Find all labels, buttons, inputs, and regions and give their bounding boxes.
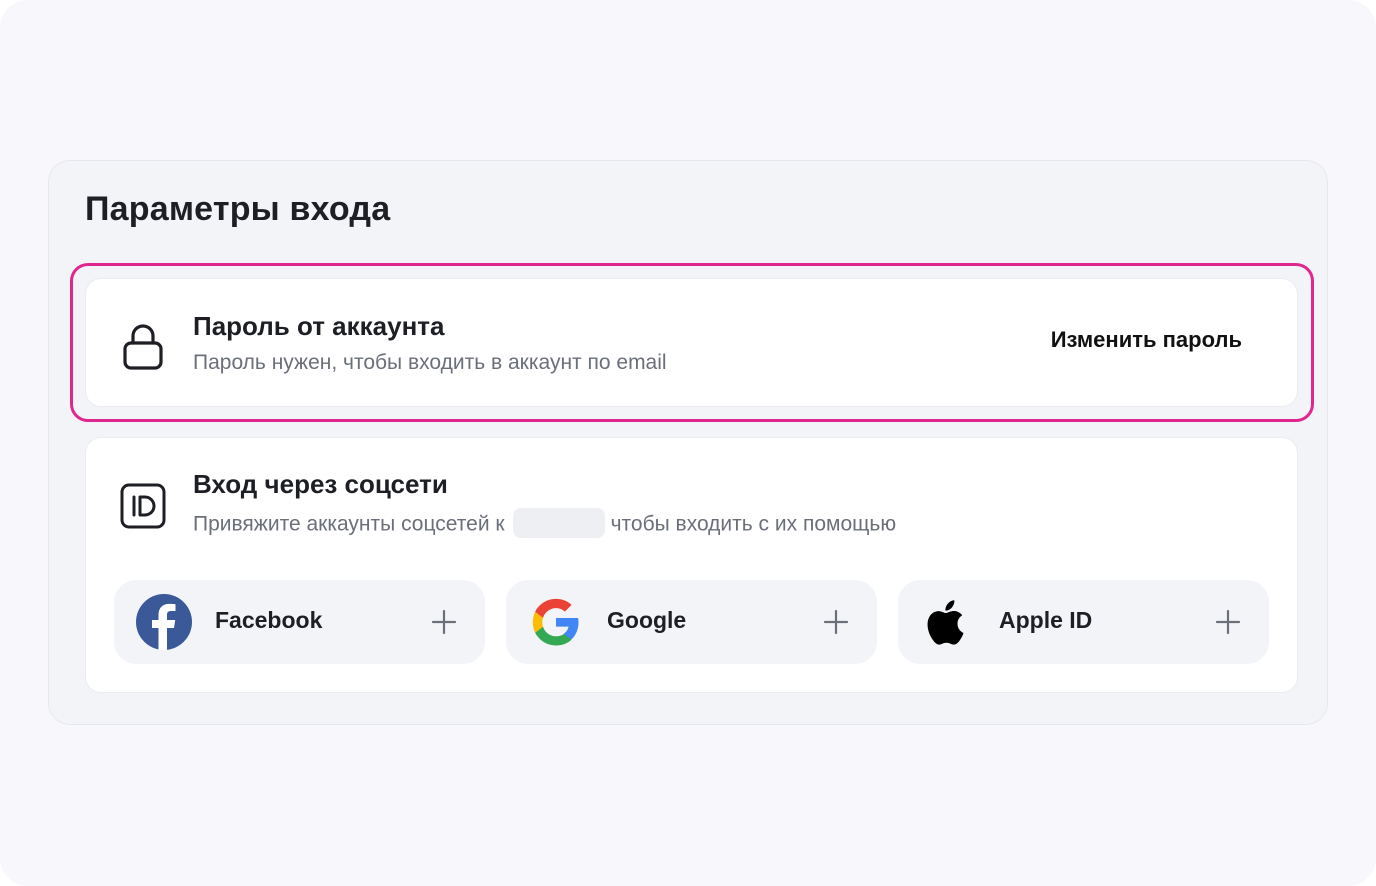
page-title: Параметры входа <box>85 190 391 228</box>
id-icon <box>120 483 166 529</box>
google-icon <box>532 598 579 646</box>
apple-icon <box>927 600 964 645</box>
provider-name: Apple ID <box>999 607 1093 633</box>
apple-id-connect-button[interactable]: Apple ID <box>898 580 1269 664</box>
social-login-card: Вход через соцсети Привяжите аккаунты со… <box>85 437 1298 693</box>
social-providers: Facebook Google Apple ID <box>114 580 1269 664</box>
social-subtitle-start: Привяжите аккаунты соцсетей к <box>193 512 505 536</box>
provider-name: Facebook <box>215 607 323 633</box>
social-subtitle: Привяжите аккаунты соцсетей к чтобы входи… <box>193 508 897 540</box>
social-title: Вход через соцсети <box>193 469 448 499</box>
plus-icon <box>1215 609 1241 635</box>
redacted-brand-chip <box>512 508 605 538</box>
provider-name: Google <box>607 607 687 633</box>
social-subtitle-end: чтобы входить с их помощью <box>610 512 897 536</box>
highlight-frame <box>70 263 1314 422</box>
facebook-connect-button[interactable]: Facebook <box>114 580 485 664</box>
google-connect-button[interactable]: Google <box>506 580 877 664</box>
plus-icon <box>431 609 457 635</box>
facebook-icon <box>136 594 192 650</box>
plus-icon <box>823 609 849 635</box>
